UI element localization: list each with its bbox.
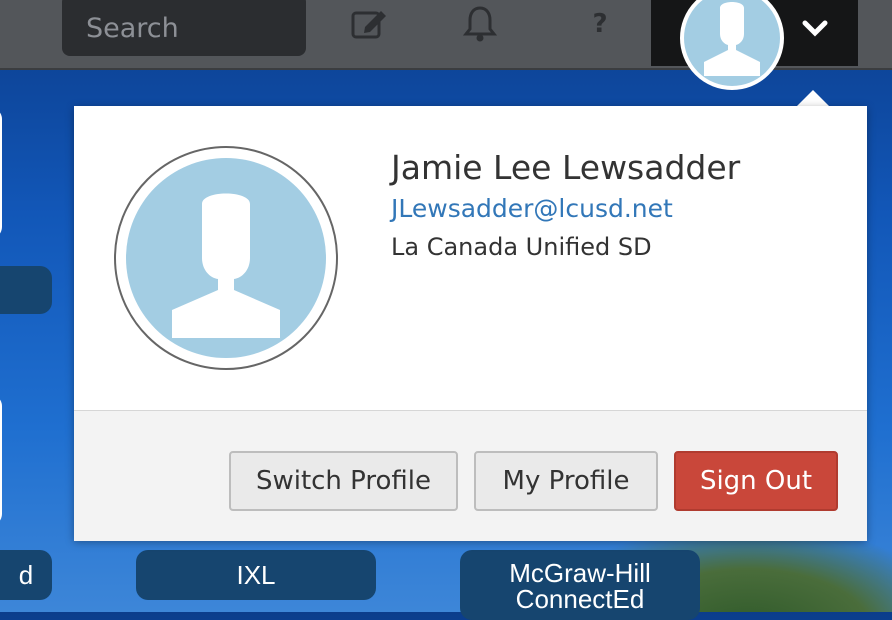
tile-label-text: McGraw-Hill	[509, 558, 651, 588]
search-input[interactable]	[62, 0, 306, 56]
tile-label-text: ConnectEd	[515, 584, 645, 614]
bell-icon[interactable]	[460, 4, 500, 44]
profile-email-link[interactable]: JLewsadder@lcusd.net	[391, 194, 673, 223]
app-tile[interactable]	[0, 395, 2, 525]
my-profile-button[interactable]: My Profile	[474, 451, 658, 511]
chevron-down-icon[interactable]	[798, 14, 832, 44]
user-silhouette-icon	[172, 193, 280, 338]
sign-out-button[interactable]: Sign Out	[674, 451, 838, 511]
app-tile-label[interactable]	[0, 266, 52, 314]
app-tile[interactable]	[0, 108, 2, 238]
profile-popup: Jamie Lee Lewsadder JLewsadder@lcusd.net…	[74, 106, 867, 541]
profile-name: Jamie Lee Lewsadder	[391, 148, 741, 187]
app-tile-mcgraw-hill[interactable]: McGraw-Hill ConnectEd	[460, 550, 700, 620]
profile-avatar	[114, 146, 338, 370]
switch-profile-button[interactable]: Switch Profile	[229, 451, 458, 511]
app-tile-label[interactable]: d	[0, 550, 52, 600]
tile-label-text: IXL	[236, 560, 276, 590]
app-tile-ixl[interactable]: IXL	[136, 550, 376, 600]
user-silhouette-icon	[704, 2, 760, 76]
profile-actions-footer: Switch Profile My Profile Sign Out	[74, 410, 867, 541]
tile-label-text: d	[18, 560, 34, 590]
help-icon[interactable]: ?	[580, 4, 620, 44]
profile-organization: La Canada Unified SD	[391, 233, 652, 261]
edit-icon[interactable]	[350, 4, 390, 44]
popup-caret	[797, 90, 829, 106]
user-avatar[interactable]	[680, 0, 784, 90]
